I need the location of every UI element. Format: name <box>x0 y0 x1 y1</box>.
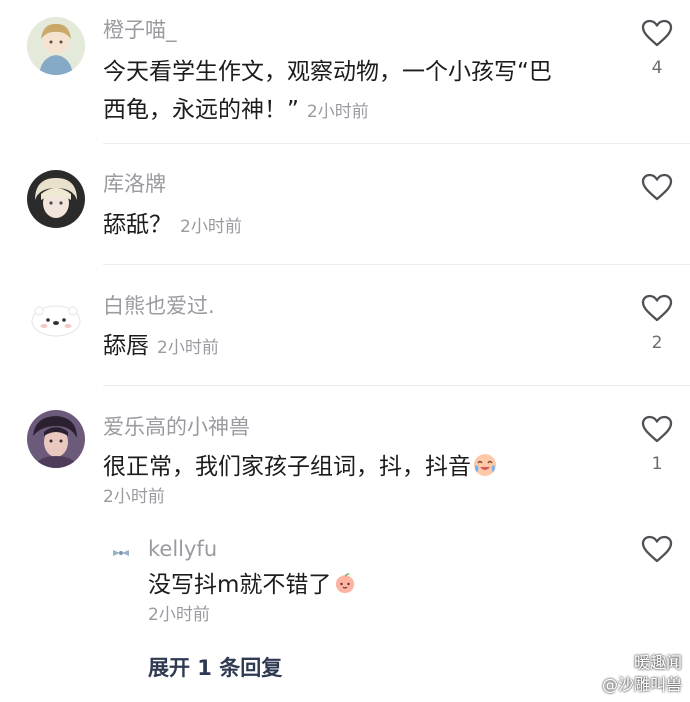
expand-replies-button[interactable]: 展开 1 条回复 <box>148 652 282 682</box>
watermark: 暖趣闻 @沙雕叫兽 <box>602 652 682 696</box>
reply-time: 2小时前 <box>148 605 210 625</box>
comment-time: 2小时前 <box>103 487 165 507</box>
comment-item: 爱乐高的小神兽 很正常，我们家孩子组词，抖，抖音 2小时前 1 <box>0 386 690 526</box>
like-button[interactable]: 2 <box>637 293 677 353</box>
like-button[interactable] <box>637 172 677 212</box>
heart-icon <box>641 294 673 322</box>
heart-icon <box>641 535 673 563</box>
avatar[interactable] <box>27 289 85 347</box>
comment-text-line: 今天看学生作文，观察动物，一个小孩写“巴 <box>103 59 552 85</box>
comment-text: 很正常，我们家孩子组词，抖，抖音 <box>103 448 497 486</box>
like-button[interactable]: 1 <box>637 414 677 474</box>
comment-text: 今天看学生作文，观察动物，一个小孩写“巴 西龟，永远的神！” 2小时前 <box>103 53 552 131</box>
watermark-line: 暖趣闻 <box>633 653 682 672</box>
comment-text-line: 西龟，永远的神！” 2小时前 <box>103 91 552 131</box>
comment-text-line: 舔舐？ <box>103 212 172 238</box>
reply-username[interactable]: kellyfu <box>148 536 217 562</box>
comment-username[interactable]: 爱乐高的小神兽 <box>103 414 250 440</box>
avatar[interactable] <box>27 17 85 75</box>
reply-avatar[interactable] <box>104 536 138 570</box>
reply-text: 没写抖m就不错了 <box>148 566 357 604</box>
comment-item: 库洛牌 舔舐？ 2小时前 <box>0 144 690 264</box>
comment-list: 橙子喵_ 今天看学生作文，观察动物，一个小孩写“巴 西龟，永远的神！” 2小时前 … <box>0 0 690 702</box>
comment-text: 舔舐？ 2小时前 <box>103 206 242 246</box>
comment-time: 2小时前 <box>157 338 219 358</box>
comment-username[interactable]: 橙子喵_ <box>103 17 177 43</box>
comment-time: 2小时前 <box>180 217 242 237</box>
peach-face-emoji <box>333 569 357 593</box>
comment-item: 橙子喵_ 今天看学生作文，观察动物，一个小孩写“巴 西龟，永远的神！” 2小时前 … <box>0 0 690 140</box>
heart-icon <box>641 415 673 443</box>
like-button[interactable] <box>637 534 677 574</box>
comment-item: 白熊也爱过. 舔唇 2小时前 2 <box>0 265 690 385</box>
crying-laughing-emoji <box>473 451 497 476</box>
watermark-line: @沙雕叫兽 <box>601 675 682 694</box>
comment-username[interactable]: 库洛牌 <box>103 171 166 197</box>
comment-time: 2小时前 <box>306 102 369 122</box>
like-button[interactable]: 4 <box>637 18 677 78</box>
like-count: 1 <box>651 454 663 474</box>
reply-text-line: 没写抖m就不错了 <box>148 572 332 598</box>
like-count: 2 <box>651 333 663 353</box>
avatar[interactable] <box>27 170 85 228</box>
comment-text-line2: 西龟，永远的神！” <box>103 97 299 123</box>
comment-username[interactable]: 白熊也爱过. <box>103 293 215 319</box>
heart-icon <box>641 173 673 201</box>
comment-text-line: 很正常，我们家孩子组词，抖，抖音 <box>103 454 471 480</box>
reply-item: kellyfu 没写抖m就不错了 2小时前 <box>0 526 690 636</box>
avatar[interactable] <box>27 410 85 468</box>
comment-text: 舔唇 2小时前 <box>103 327 219 367</box>
comment-text-line: 舔唇 <box>103 333 149 359</box>
like-count: 4 <box>651 58 663 78</box>
heart-icon <box>641 19 673 47</box>
